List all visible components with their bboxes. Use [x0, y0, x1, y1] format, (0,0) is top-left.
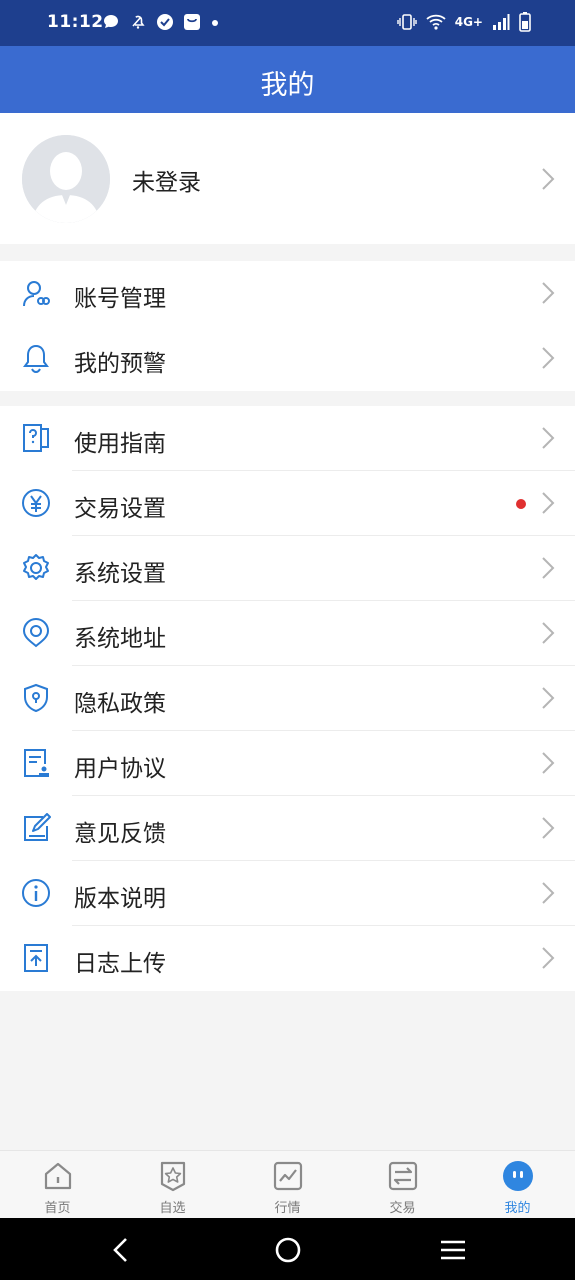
chevron-right-icon: [542, 492, 555, 514]
menu-item-feedback[interactable]: 意见反馈: [0, 796, 575, 861]
menu-item-account[interactable]: 账号管理: [0, 261, 575, 326]
tab-label: 交易: [389, 1201, 416, 1216]
network-type: 4G+: [454, 15, 483, 29]
menu-item-label: 使用指南: [74, 431, 166, 457]
chevron-right-icon: [542, 557, 555, 579]
chevron-right-icon: [542, 687, 555, 709]
tab-label: 自选: [159, 1201, 186, 1216]
battery-icon: [519, 12, 531, 32]
me-icon: [503, 1161, 533, 1191]
tab-trade[interactable]: 交易: [345, 1151, 460, 1219]
login-status: 未登录: [132, 170, 201, 196]
tab-watchlist[interactable]: 自选: [115, 1151, 230, 1219]
chevron-right-icon: [542, 622, 555, 644]
back-icon[interactable]: [106, 1235, 136, 1265]
tab-home[interactable]: 首页: [0, 1151, 115, 1219]
signal-icon: [493, 14, 510, 30]
menu-item-guide[interactable]: 使用指南: [0, 406, 575, 471]
tab-market[interactable]: 行情: [230, 1151, 345, 1219]
account-icon: [23, 281, 50, 307]
chevron-right-icon: [542, 282, 555, 304]
status-bar: 11:12 4G+: [0, 0, 575, 46]
menu-item-label: 我的预警: [74, 351, 166, 377]
guide-icon: [23, 424, 49, 452]
tab-label: 首页: [44, 1201, 71, 1216]
wifi-icon: [426, 14, 446, 30]
tab-me[interactable]: 我的: [460, 1151, 575, 1219]
system-nav-bar: [0, 1218, 575, 1280]
menu-item-label: 用户协议: [74, 756, 166, 782]
chevron-right-icon: [542, 168, 555, 190]
menu-group-account: 账号管理 我的预警: [0, 261, 575, 391]
tab-label: 我的: [504, 1201, 531, 1216]
menu-item-privacy-policy[interactable]: 隐私政策: [0, 666, 575, 731]
chevron-right-icon: [542, 882, 555, 904]
chevron-right-icon: [542, 427, 555, 449]
avatar[interactable]: [22, 135, 110, 223]
notification-dot: [516, 499, 526, 509]
status-icons-right: 4G+: [397, 12, 531, 32]
chevron-right-icon: [542, 947, 555, 969]
profile-card[interactable]: 未登录: [0, 113, 575, 244]
home-icon: [44, 1162, 72, 1190]
status-time: 11:12: [47, 12, 104, 32]
tab-label: 行情: [274, 1201, 301, 1216]
chart-icon: [273, 1161, 303, 1191]
menu-item-version-notes[interactable]: 版本说明: [0, 861, 575, 926]
vibrate-icon: [397, 14, 417, 30]
chevron-right-icon: [542, 752, 555, 774]
menu-item-label: 交易设置: [74, 496, 166, 522]
menu-group-settings: 使用指南 交易设置 系统设置 系统地址 隐私政策 用户协议 意见反馈 版本说明 …: [0, 406, 575, 991]
menu-item-label: 版本说明: [74, 886, 166, 912]
message-icon: [104, 15, 118, 28]
check-icon: [157, 14, 173, 30]
recents-icon[interactable]: [438, 1235, 468, 1265]
page-header: 我的: [0, 46, 575, 113]
yuan-icon: [22, 489, 50, 517]
menu-item-alerts[interactable]: 我的预警: [0, 326, 575, 391]
edit-icon: [24, 813, 51, 841]
info-icon: [22, 879, 50, 907]
gear-icon: [23, 554, 49, 580]
shield-lock-icon: [24, 683, 48, 713]
mute-icon: [132, 15, 145, 29]
chevron-right-icon: [542, 347, 555, 369]
menu-item-label: 意见反馈: [74, 821, 166, 847]
exchange-icon: [388, 1161, 418, 1191]
menu-item-label: 系统设置: [74, 561, 166, 587]
star-icon: [160, 1161, 186, 1192]
menu-item-label: 隐私政策: [74, 691, 166, 717]
status-icons-left: [102, 13, 220, 31]
menu-item-log-upload[interactable]: 日志上传: [0, 926, 575, 991]
menu-item-user-agreement[interactable]: 用户协议: [0, 731, 575, 796]
menu-item-label: 系统地址: [74, 626, 166, 652]
menu-item-trade-settings[interactable]: 交易设置: [0, 471, 575, 536]
home-button-icon[interactable]: [273, 1235, 303, 1265]
agreement-icon: [24, 749, 49, 777]
shopping-icon: [184, 14, 200, 30]
upload-icon: [24, 944, 48, 972]
location-icon: [22, 618, 50, 648]
chevron-right-icon: [542, 817, 555, 839]
menu-item-label: 日志上传: [74, 951, 166, 977]
menu-item-system-settings[interactable]: 系统设置: [0, 536, 575, 601]
menu-item-system-address[interactable]: 系统地址: [0, 601, 575, 666]
bottom-tab-bar: 首页 自选 行情 交易 我的: [0, 1150, 575, 1218]
dot-icon: [212, 20, 218, 26]
menu-item-label: 账号管理: [74, 286, 166, 312]
page-title: 我的: [260, 70, 315, 101]
bell-icon: [23, 344, 49, 373]
avatar-placeholder-icon: [22, 135, 110, 223]
